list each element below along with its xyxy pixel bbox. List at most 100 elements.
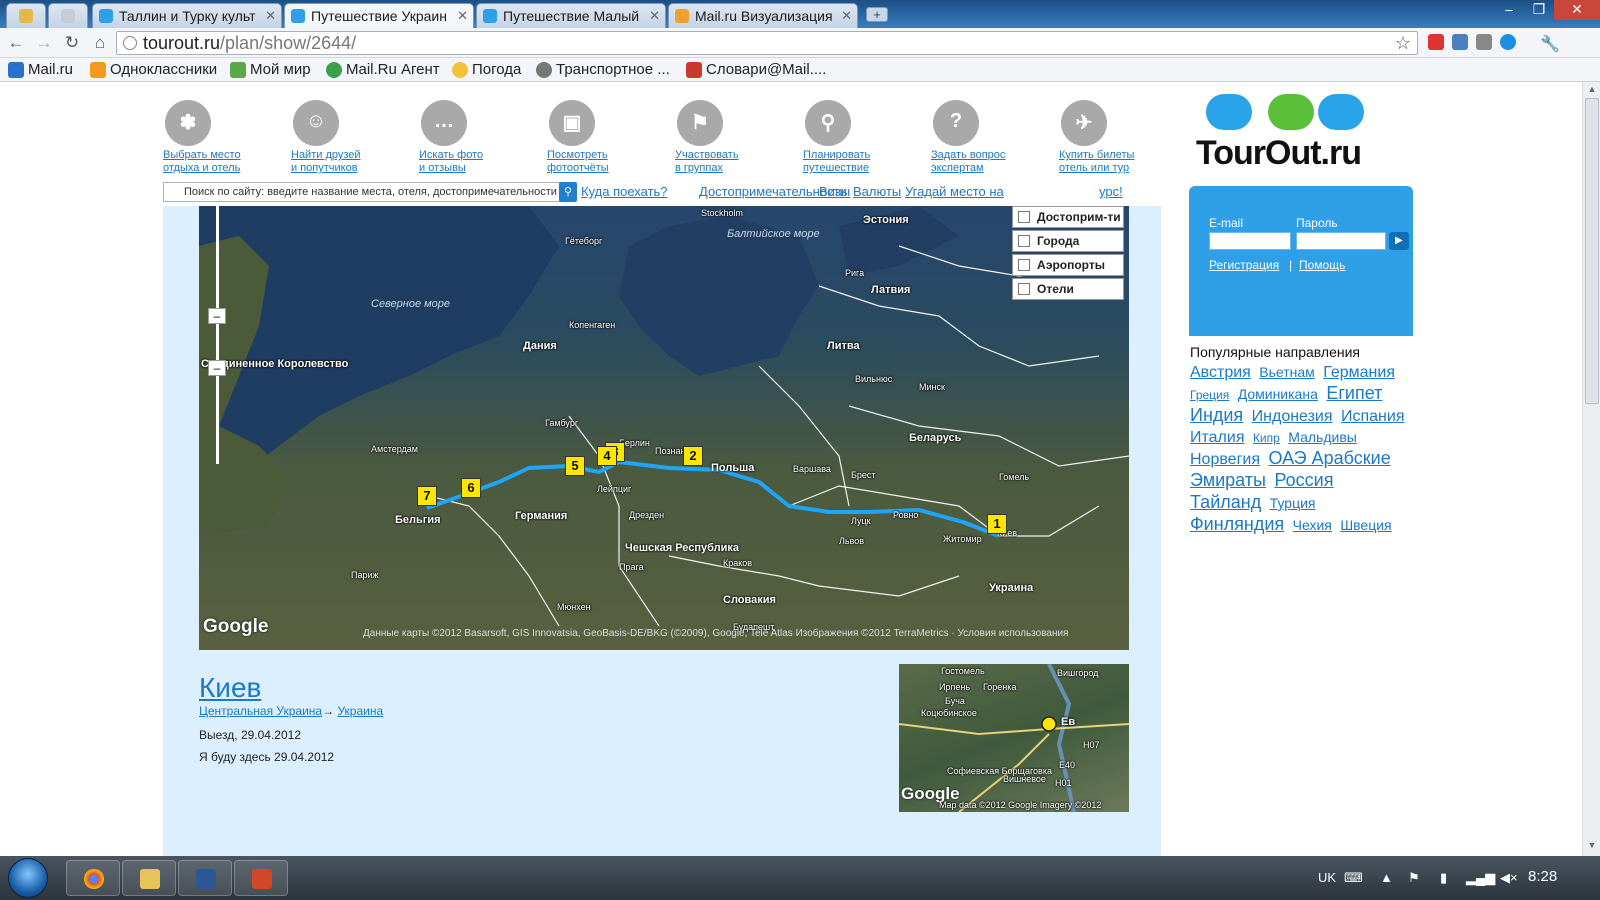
tag-dominicana[interactable]: Доминикана <box>1238 386 1318 402</box>
tag-sweden[interactable]: Швеция <box>1340 517 1391 533</box>
city-title[interactable]: Киев <box>199 672 261 704</box>
scroll-down-icon[interactable]: ▼ <box>1586 840 1598 852</box>
route-marker-2[interactable]: 2 <box>683 446 703 466</box>
route-marker-5[interactable]: 5 <box>565 456 585 476</box>
zoom-slider[interactable] <box>216 206 219 464</box>
tag-thailand[interactable]: Тайланд <box>1190 492 1261 512</box>
city-minimap[interactable]: Гостомель Горенка Ирпень Буча Коцюбинско… <box>899 664 1129 812</box>
layer-airports[interactable]: Аэропорты <box>1012 254 1124 276</box>
link-contest[interactable]: урс! <box>1099 184 1123 199</box>
network-icon[interactable]: ▂▄▆ <box>1466 870 1495 886</box>
taskbar-word[interactable] <box>178 860 232 896</box>
address-bar[interactable]: tourout.ru/plan/show/2644/ ☆ <box>116 31 1418 55</box>
back-icon[interactable]: ← <box>6 33 26 53</box>
forward-icon[interactable]: → <box>34 33 54 53</box>
layer-hotels[interactable]: Отели <box>1012 278 1124 300</box>
nav-search-photos[interactable]: … Искать фото и отзывы <box>419 100 511 175</box>
link-currencies[interactable]: Валюты <box>853 184 901 199</box>
country-link[interactable]: Украина <box>337 704 383 718</box>
layer-sights[interactable]: Достоприм-ти <box>1012 206 1124 228</box>
tab-tallinn[interactable]: Таллин и Турку культ ✕ <box>92 3 282 28</box>
show-hidden-icons-icon[interactable]: ▲ <box>1380 870 1393 885</box>
start-button[interactable] <box>8 858 48 898</box>
nav-plan-trip[interactable]: ⚲ Планировать путешествие <box>803 100 895 175</box>
extension-icon[interactable] <box>1476 34 1492 50</box>
link-where-to-go[interactable]: Куда поехать? <box>581 184 668 199</box>
route-map[interactable]: Северное море Балтийское море Эстония Ла… <box>199 206 1129 650</box>
tag-egypt[interactable]: Египет <box>1326 383 1382 403</box>
zoom-out-button[interactable]: – <box>208 360 226 376</box>
battery-icon[interactable]: ▮ <box>1440 870 1447 886</box>
bookmark-mailru[interactable]: Mail.ru <box>8 61 73 78</box>
zoom-in-button[interactable]: – <box>208 308 226 324</box>
route-marker-6[interactable]: 6 <box>461 478 481 498</box>
tag-india[interactable]: Индия <box>1190 405 1243 425</box>
extension-icon[interactable] <box>1452 34 1468 50</box>
bookmark-agent[interactable]: Mail.Ru Агент <box>326 61 440 78</box>
tag-italy[interactable]: Италия <box>1190 429 1244 446</box>
scroll-up-icon[interactable]: ▲ <box>1586 84 1598 96</box>
site-logo[interactable]: TourOut.ru <box>1196 92 1386 172</box>
close-icon[interactable]: ✕ <box>457 8 468 24</box>
checkbox[interactable] <box>1018 235 1030 247</box>
link-guess-place[interactable]: Угадай место на <box>905 184 1004 199</box>
close-window-button[interactable]: ✕ <box>1554 0 1600 20</box>
tag-cyprus[interactable]: Кипр <box>1253 431 1280 445</box>
tag-czech[interactable]: Чехия <box>1293 517 1332 533</box>
link-visas[interactable]: Визы <box>819 184 850 199</box>
clock[interactable]: 8:28 <box>1528 868 1557 885</box>
tag-spain[interactable]: Испания <box>1341 408 1405 425</box>
nav-view-reports[interactable]: ▣ Посмотреть фотоотчёты <box>547 100 639 175</box>
nav-groups[interactable]: ⚑ Участвовать в группах <box>675 100 767 175</box>
checkbox[interactable] <box>1018 259 1030 271</box>
tag-indonesia[interactable]: Индонезия <box>1252 408 1333 425</box>
tag-vietnam[interactable]: Вьетнам <box>1259 364 1315 380</box>
route-marker-4[interactable]: 4 <box>597 446 617 466</box>
tab-pinned-1[interactable] <box>6 3 46 28</box>
tag-maldives[interactable]: Мальдивы <box>1288 429 1357 445</box>
register-link[interactable]: Регистрация <box>1209 258 1279 272</box>
taskbar-chrome[interactable] <box>66 860 120 896</box>
tag-germany[interactable]: Германия <box>1323 364 1395 381</box>
scrollbar-thumb[interactable] <box>1585 98 1599 404</box>
new-tab-button[interactable]: + <box>866 7 888 22</box>
tag-finland[interactable]: Финляндия <box>1190 514 1284 534</box>
volume-icon[interactable]: ◀× <box>1500 870 1518 886</box>
bookmark-weather[interactable]: Погода <box>452 61 521 78</box>
wrench-icon[interactable]: 🔧 <box>1540 34 1560 53</box>
minimize-button[interactable]: – <box>1494 0 1524 20</box>
checkbox[interactable] <box>1018 283 1030 295</box>
bookmark-transport[interactable]: Транспортное ... <box>536 61 670 78</box>
tag-greece[interactable]: Греция <box>1190 388 1229 402</box>
bookmark-ok[interactable]: Одноклассники <box>90 61 217 78</box>
email-field[interactable] <box>1209 232 1291 250</box>
region-link[interactable]: Центральная Украина <box>199 704 322 718</box>
password-field[interactable] <box>1296 232 1386 250</box>
route-marker-1[interactable]: 1 <box>987 514 1007 534</box>
bookmark-dictionary[interactable]: Словари@Mail.... <box>686 61 826 78</box>
tag-austria[interactable]: Австрия <box>1190 364 1251 381</box>
extension-icon[interactable] <box>1500 34 1516 50</box>
checkbox[interactable] <box>1018 211 1030 223</box>
close-icon[interactable]: ✕ <box>649 8 660 24</box>
login-submit-button[interactable]: ▶ <box>1389 232 1409 250</box>
taskbar-explorer[interactable] <box>122 860 176 896</box>
close-icon[interactable]: ✕ <box>265 8 276 24</box>
keyboard-icon[interactable]: ⌨ <box>1344 870 1363 886</box>
nav-find-friends[interactable]: ☺ Найти друзей и попутчиков <box>291 100 383 175</box>
page-scrollbar[interactable]: ▲ ▼ <box>1582 82 1600 856</box>
route-marker-7[interactable]: 7 <box>417 486 437 506</box>
tag-norway[interactable]: Норвегия <box>1190 451 1260 468</box>
tag-russia[interactable]: Россия <box>1274 470 1333 490</box>
site-search-input[interactable]: Поиск по сайту: введите название места, … <box>163 182 561 202</box>
close-icon[interactable]: ✕ <box>841 8 852 24</box>
tab-maly[interactable]: Путешествие Малый ✕ <box>476 3 666 28</box>
layer-cities[interactable]: Города <box>1012 230 1124 252</box>
tab-mailru[interactable]: Mail.ru Визуализация ✕ <box>668 3 858 28</box>
extension-icon[interactable] <box>1428 34 1444 50</box>
nav-buy-tickets[interactable]: ✈ Купить билеты отель или тур <box>1059 100 1151 175</box>
tab-ukraine[interactable]: Путешествие Украин ✕ <box>284 3 474 28</box>
search-icon[interactable]: ⚲ <box>559 182 577 202</box>
taskbar-powerpoint[interactable] <box>234 860 288 896</box>
nav-ask-experts[interactable]: ? Задать вопрос экспертам <box>931 100 1023 175</box>
